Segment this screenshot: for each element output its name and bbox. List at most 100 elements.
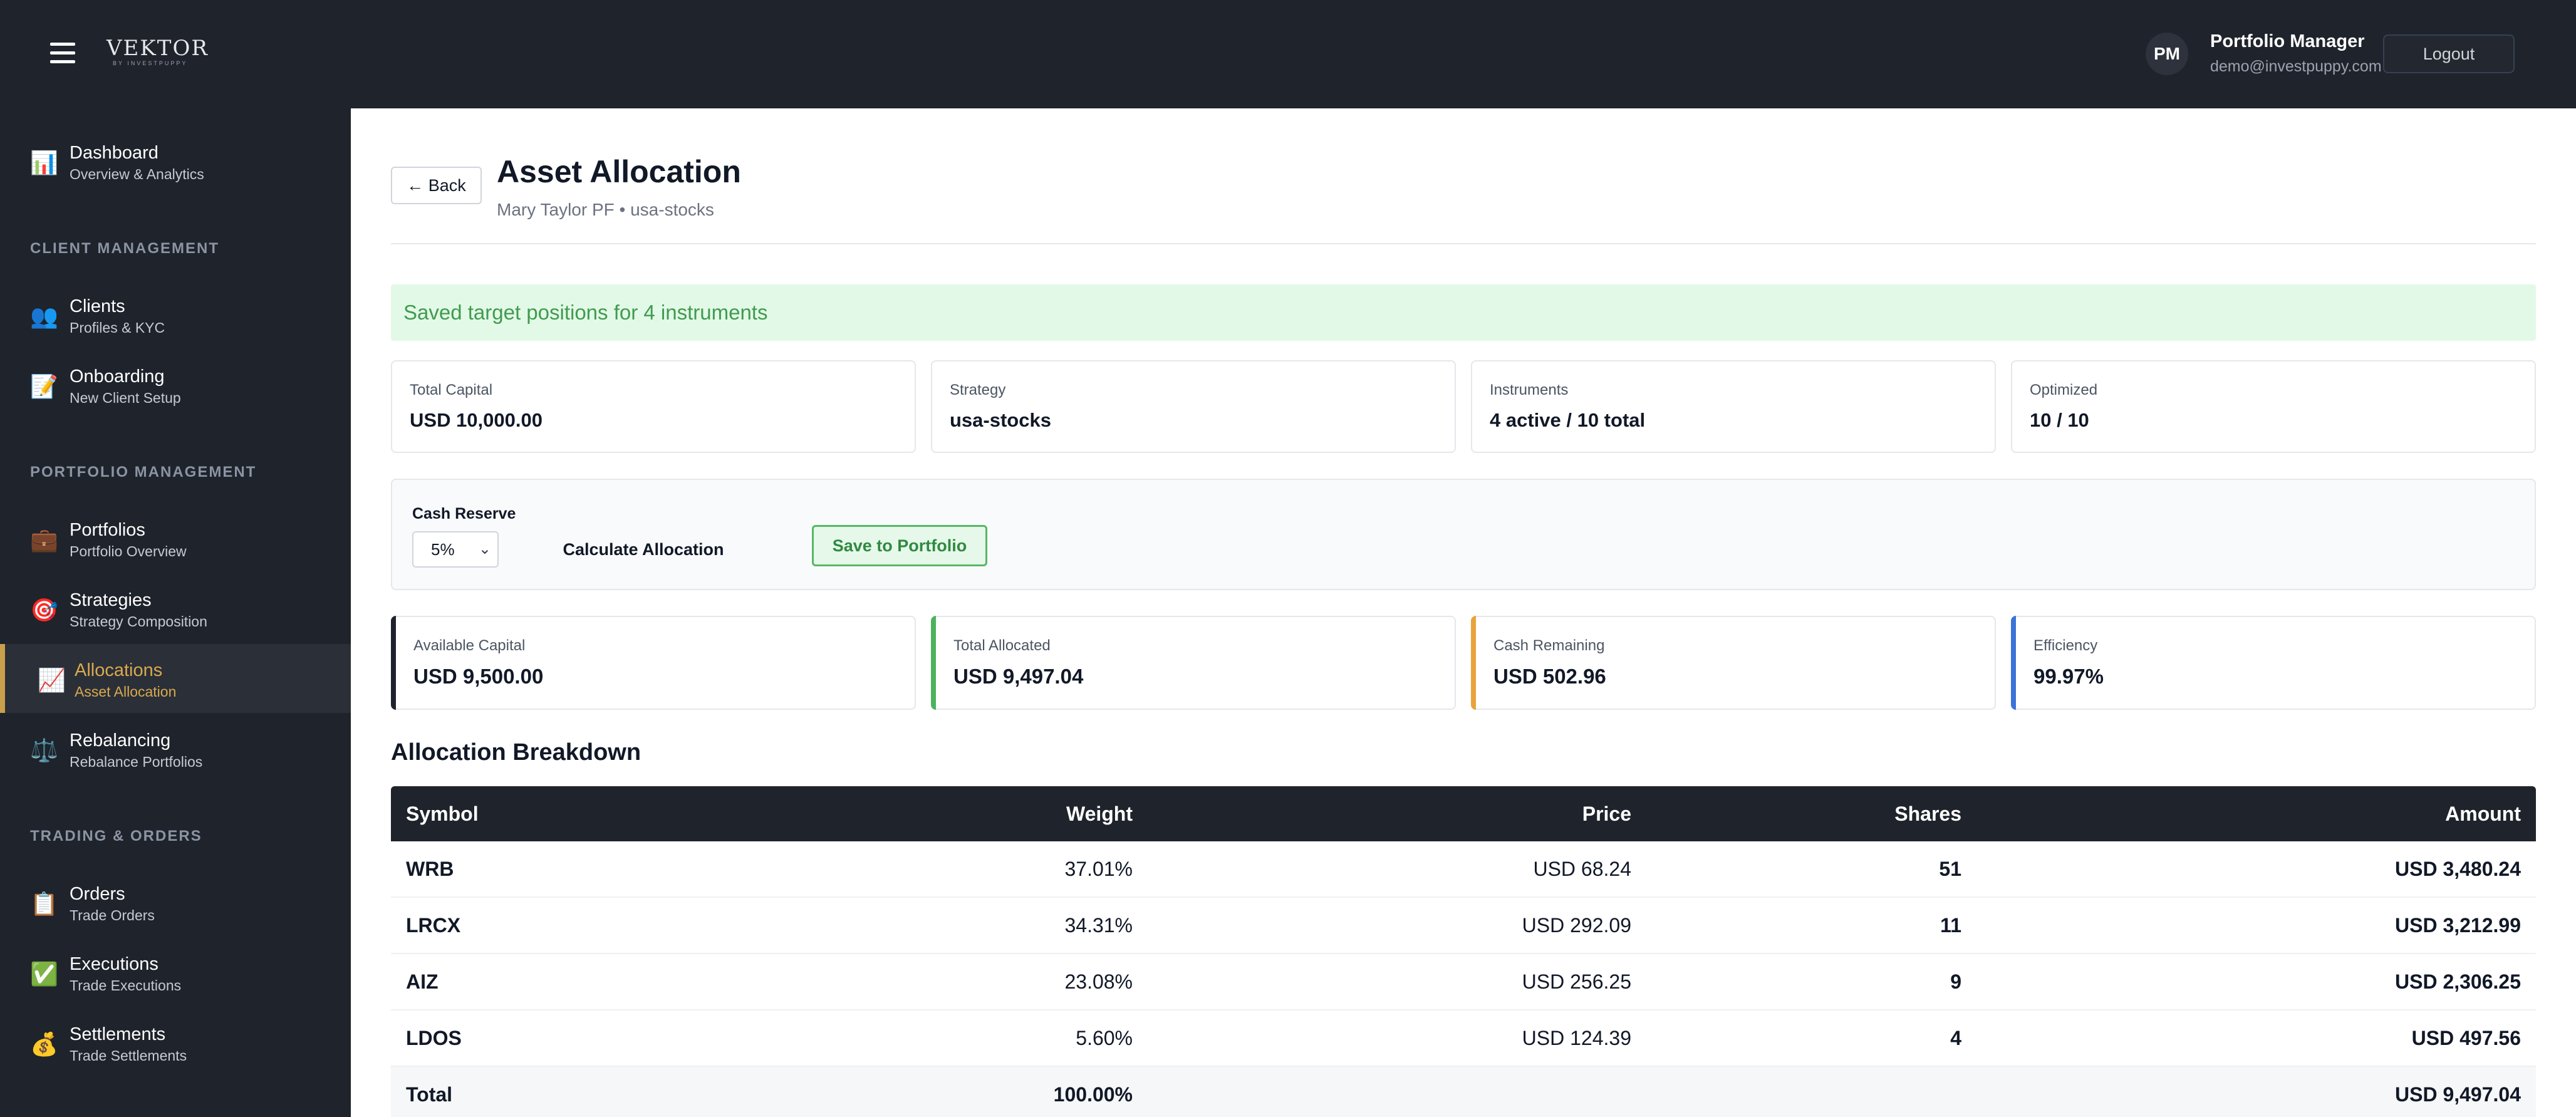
sidebar-item-orders[interactable]: 📋 Orders Trade Orders bbox=[0, 868, 351, 937]
sidebar-item-dashboard[interactable]: 📊 Dashboard Overview & Analytics bbox=[0, 127, 351, 195]
cell-weight: 5.60% bbox=[1076, 1026, 1133, 1049]
metric-label: Efficiency bbox=[2033, 637, 2098, 654]
column-header-amount[interactable]: Amount bbox=[2445, 786, 2521, 841]
scales-icon: ⚖️ bbox=[30, 737, 58, 763]
stat-card-instruments: Instruments 4 active / 10 total bbox=[1471, 360, 1996, 453]
metric-value: USD 9,500.00 bbox=[413, 665, 544, 688]
section-portfolio-management: PORTFOLIO MANAGEMENT bbox=[30, 464, 257, 481]
memo-icon: 📝 bbox=[30, 373, 58, 399]
sidebar-item-sublabel: Trade Settlements bbox=[70, 1047, 187, 1064]
metric-card-available-capital: Available Capital USD 9,500.00 bbox=[391, 616, 916, 710]
cell-weight: 37.01% bbox=[1064, 857, 1133, 880]
sidebar-item-label: Onboarding bbox=[70, 366, 165, 387]
accent-bar bbox=[2011, 616, 2016, 710]
table-header: Symbol Weight Price Shares Amount bbox=[391, 786, 2536, 841]
cash-reserve-label: Cash Reserve bbox=[412, 505, 516, 522]
logo-text: VEKTOR bbox=[106, 36, 209, 61]
back-button[interactable]: ← Back bbox=[391, 167, 482, 204]
cell-shares: 9 bbox=[1950, 970, 1961, 993]
sidebar-item-label: Strategies bbox=[70, 590, 152, 610]
table-row: LRCX 34.31% USD 292.09 11 USD 3,212.99 bbox=[391, 898, 2536, 954]
avatar[interactable]: PM bbox=[2146, 33, 2188, 75]
cell-price: USD 124.39 bbox=[1522, 1026, 1631, 1049]
money-bag-icon: 💰 bbox=[30, 1031, 58, 1057]
menu-icon[interactable] bbox=[50, 43, 75, 64]
accent-bar bbox=[931, 616, 936, 710]
sidebar-item-sublabel: Portfolio Overview bbox=[70, 543, 187, 559]
briefcase-icon: 💼 bbox=[30, 527, 58, 553]
chart-icon: 📊 bbox=[30, 150, 58, 175]
allocation-table: Symbol Weight Price Shares Amount WRB 37… bbox=[391, 786, 2536, 1117]
sidebar-item-executions[interactable]: ✅ Executions Trade Executions bbox=[0, 938, 351, 1007]
column-header-symbol[interactable]: Symbol bbox=[406, 786, 479, 841]
column-header-shares[interactable]: Shares bbox=[1894, 786, 1961, 841]
trend-chart-icon: 📈 bbox=[38, 667, 66, 693]
metric-label: Available Capital bbox=[413, 637, 526, 654]
accent-bar bbox=[391, 616, 396, 710]
sidebar-item-label: Dashboard bbox=[70, 143, 158, 163]
stat-label: Instruments bbox=[1490, 382, 1569, 398]
total-amount: USD 9,497.04 bbox=[2394, 1083, 2521, 1106]
cell-symbol: WRB bbox=[406, 857, 454, 880]
metric-card-cash-remaining: Cash Remaining USD 502.96 bbox=[1471, 616, 1996, 710]
sidebar-item-label: Rebalancing bbox=[70, 730, 171, 751]
sidebar-item-clients[interactable]: 👥 Clients Profiles & KYC bbox=[0, 280, 351, 349]
allocation-breakdown-title: Allocation Breakdown bbox=[391, 739, 641, 766]
stat-value: usa-stocks bbox=[950, 409, 1051, 431]
cell-price: USD 292.09 bbox=[1522, 913, 1631, 937]
save-to-portfolio-button[interactable]: Save to Portfolio bbox=[812, 525, 987, 566]
cell-symbol: LDOS bbox=[406, 1026, 462, 1049]
sidebar-item-sublabel: Profiles & KYC bbox=[70, 320, 165, 336]
cell-shares: 4 bbox=[1950, 1026, 1961, 1049]
sidebar-item-sublabel: Overview & Analytics bbox=[70, 166, 204, 182]
metric-value: 99.97% bbox=[2033, 665, 2104, 688]
sidebar-item-sublabel: Trade Executions bbox=[70, 977, 182, 994]
sidebar-item-label: Portfolios bbox=[70, 520, 145, 540]
cell-symbol: AIZ bbox=[406, 970, 439, 993]
sidebar-item-rebalancing[interactable]: ⚖️ Rebalancing Rebalance Portfolios bbox=[0, 714, 351, 783]
stat-card-strategy: Strategy usa-stocks bbox=[931, 360, 1456, 453]
logout-button[interactable]: Logout bbox=[2383, 34, 2515, 73]
cell-amount: USD 3,480.24 bbox=[2394, 857, 2521, 880]
metric-label: Cash Remaining bbox=[1493, 637, 1605, 654]
logo[interactable]: VEKTOR BY INVESTPUPPY bbox=[106, 36, 209, 66]
sidebar-item-settlements[interactable]: 💰 Settlements Trade Settlements bbox=[0, 1008, 351, 1077]
sidebar-item-sublabel: Rebalance Portfolios bbox=[70, 754, 203, 770]
cell-amount: USD 2,306.25 bbox=[2394, 970, 2521, 993]
metric-card-efficiency: Efficiency 99.97% bbox=[2011, 616, 2536, 710]
chevron-down-icon: ⌄ bbox=[478, 541, 491, 558]
cell-symbol: LRCX bbox=[406, 913, 461, 937]
cell-weight: 34.31% bbox=[1064, 913, 1133, 937]
sidebar-item-strategies[interactable]: 🎯 Strategies Strategy Composition bbox=[0, 574, 351, 643]
stat-label: Total Capital bbox=[410, 382, 493, 398]
page-title: Asset Allocation bbox=[497, 154, 741, 189]
sidebar-item-label: Settlements bbox=[70, 1024, 166, 1044]
total-label: Total bbox=[406, 1083, 453, 1106]
stat-value: 10 / 10 bbox=[2030, 409, 2089, 431]
sidebar-item-allocations[interactable]: 📈 Allocations Asset Allocation bbox=[0, 644, 351, 713]
stat-card-optimized: Optimized 10 / 10 bbox=[2011, 360, 2536, 453]
stat-value: USD 10,000.00 bbox=[410, 409, 543, 431]
column-header-weight[interactable]: Weight bbox=[1066, 786, 1133, 841]
cell-shares: 11 bbox=[1940, 913, 1961, 937]
sidebar-item-sublabel: New Client Setup bbox=[70, 390, 181, 406]
table-total-row: Total 100.00% USD 9,497.04 bbox=[391, 1067, 2536, 1117]
cash-reserve-select[interactable]: 5% ⌄ bbox=[412, 531, 499, 568]
sidebar: 📊 Dashboard Overview & Analytics CLIENT … bbox=[0, 108, 351, 1117]
sidebar-item-portfolios[interactable]: 💼 Portfolios Portfolio Overview bbox=[0, 504, 351, 573]
sidebar-item-onboarding[interactable]: 📝 Onboarding New Client Setup bbox=[0, 350, 351, 419]
sidebar-item-sublabel: Strategy Composition bbox=[70, 613, 207, 630]
sidebar-item-sublabel: Trade Orders bbox=[70, 907, 155, 923]
users-icon: 👥 bbox=[30, 303, 58, 329]
cell-amount: USD 3,212.99 bbox=[2394, 913, 2521, 937]
table-row: LDOS 5.60% USD 124.39 4 USD 497.56 bbox=[391, 1010, 2536, 1067]
cash-reserve-value: 5% bbox=[431, 539, 455, 559]
column-header-price[interactable]: Price bbox=[1582, 786, 1631, 841]
table-row: WRB 37.01% USD 68.24 51 USD 3,480.24 bbox=[391, 841, 2536, 898]
success-banner: Saved target positions for 4 instruments bbox=[391, 284, 2536, 341]
main-content: ← Back Asset Allocation Mary Taylor PF •… bbox=[351, 108, 2576, 1117]
page-subtitle: Mary Taylor PF • usa-stocks bbox=[497, 200, 714, 219]
calculate-allocation-button[interactable]: Calculate Allocation bbox=[553, 530, 734, 569]
cell-amount: USD 497.56 bbox=[2411, 1026, 2521, 1049]
section-trading-orders: TRADING & ORDERS bbox=[30, 828, 202, 844]
